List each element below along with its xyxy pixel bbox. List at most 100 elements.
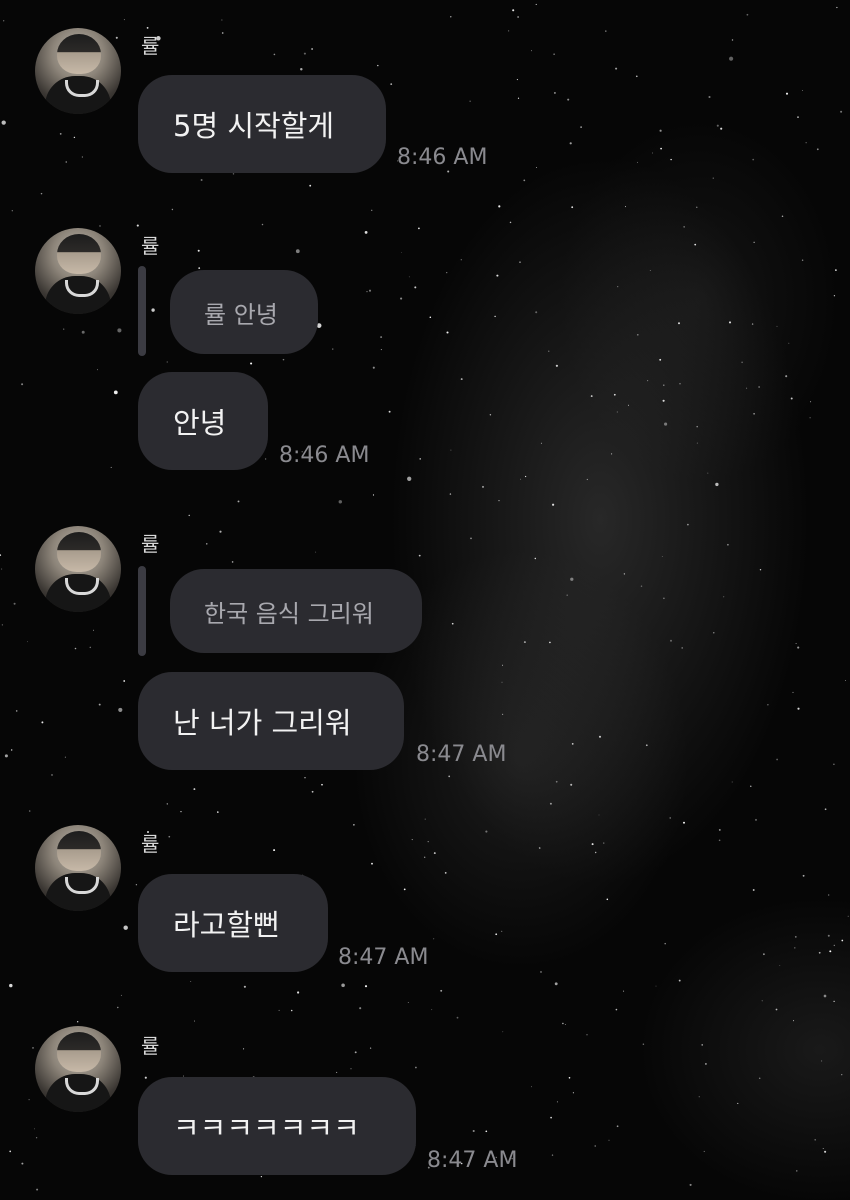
star — [364, 231, 368, 234]
star — [372, 366, 375, 369]
star — [482, 485, 484, 488]
star — [669, 817, 671, 819]
star — [613, 393, 616, 396]
star — [678, 979, 681, 982]
star — [123, 680, 126, 682]
star — [707, 472, 709, 474]
star — [144, 1076, 147, 1079]
star — [408, 276, 410, 278]
star — [321, 783, 323, 786]
star — [833, 1000, 835, 1003]
star — [703, 1150, 705, 1152]
star — [260, 1175, 263, 1178]
star — [74, 647, 77, 650]
star — [401, 252, 402, 253]
star — [660, 147, 662, 150]
star — [27, 641, 28, 643]
message-text: 안녕 — [173, 406, 227, 440]
star — [332, 348, 334, 350]
star — [0, 554, 2, 556]
star — [776, 758, 778, 761]
avatar[interactable] — [35, 825, 121, 911]
quoted-reply[interactable]: 한국 음식 그리워 — [170, 569, 422, 653]
star — [221, 19, 223, 21]
star — [28, 1099, 30, 1101]
star — [758, 1077, 761, 1080]
star — [3, 20, 5, 22]
star — [309, 184, 312, 187]
star — [670, 158, 672, 161]
star — [827, 934, 830, 937]
message-text: 5명 시작할게 — [173, 109, 335, 143]
message-bubble[interactable]: 5명 시작할게 — [138, 75, 386, 173]
avatar[interactable] — [35, 228, 121, 314]
star — [586, 478, 588, 481]
message-bubble[interactable]: 라고할뻔 — [138, 874, 328, 972]
star — [460, 259, 462, 261]
star — [507, 30, 510, 32]
star — [414, 286, 417, 289]
message-time: 8:46 AM — [279, 443, 370, 468]
star — [531, 50, 532, 52]
star — [516, 79, 518, 81]
star — [523, 641, 526, 644]
message-bubble[interactable]: 안녕 — [138, 372, 268, 470]
star — [523, 179, 526, 182]
message-time: 8:47 AM — [427, 1148, 518, 1173]
star — [424, 818, 426, 820]
star — [728, 321, 732, 324]
star — [829, 950, 832, 953]
star — [538, 847, 541, 849]
star — [489, 414, 492, 416]
star — [763, 953, 765, 956]
star — [696, 425, 698, 428]
star — [450, 16, 452, 18]
star — [63, 328, 65, 330]
star — [250, 362, 253, 365]
star — [135, 884, 138, 886]
star — [642, 1043, 645, 1046]
star — [759, 569, 762, 571]
star — [371, 209, 373, 211]
message-bubble[interactable]: ㅋㅋㅋㅋㅋㅋㅋ — [138, 1077, 416, 1175]
star — [99, 225, 101, 227]
star — [701, 1044, 703, 1046]
star — [180, 810, 182, 813]
star — [835, 269, 837, 271]
star — [567, 98, 570, 101]
star — [847, 915, 849, 917]
avatar[interactable] — [35, 28, 121, 114]
star — [606, 898, 609, 901]
quoted-reply-text: 률 안녕 — [204, 300, 278, 329]
star — [501, 681, 503, 683]
star — [502, 664, 504, 666]
star — [662, 399, 665, 402]
star — [535, 311, 538, 314]
star — [729, 56, 734, 61]
star — [273, 53, 276, 56]
avatar[interactable] — [35, 526, 121, 612]
star — [569, 142, 572, 145]
sender-name: 률 — [141, 1034, 160, 1058]
star — [818, 951, 821, 954]
star — [64, 756, 66, 758]
star — [433, 852, 436, 855]
star — [380, 336, 383, 339]
star — [550, 1116, 552, 1119]
star — [716, 124, 719, 127]
star — [390, 83, 393, 85]
star — [801, 259, 804, 262]
star — [449, 493, 452, 495]
star — [444, 872, 447, 874]
star — [534, 557, 537, 560]
star — [640, 585, 643, 587]
star — [568, 1077, 571, 1079]
avatar[interactable] — [35, 1026, 121, 1112]
message-bubble[interactable]: 난 너가 그리워 — [138, 672, 404, 770]
star — [694, 243, 697, 246]
star — [297, 991, 300, 994]
quoted-reply[interactable]: 률 안녕 — [170, 270, 318, 354]
star — [664, 942, 666, 945]
star — [110, 466, 112, 468]
star — [336, 1071, 338, 1073]
